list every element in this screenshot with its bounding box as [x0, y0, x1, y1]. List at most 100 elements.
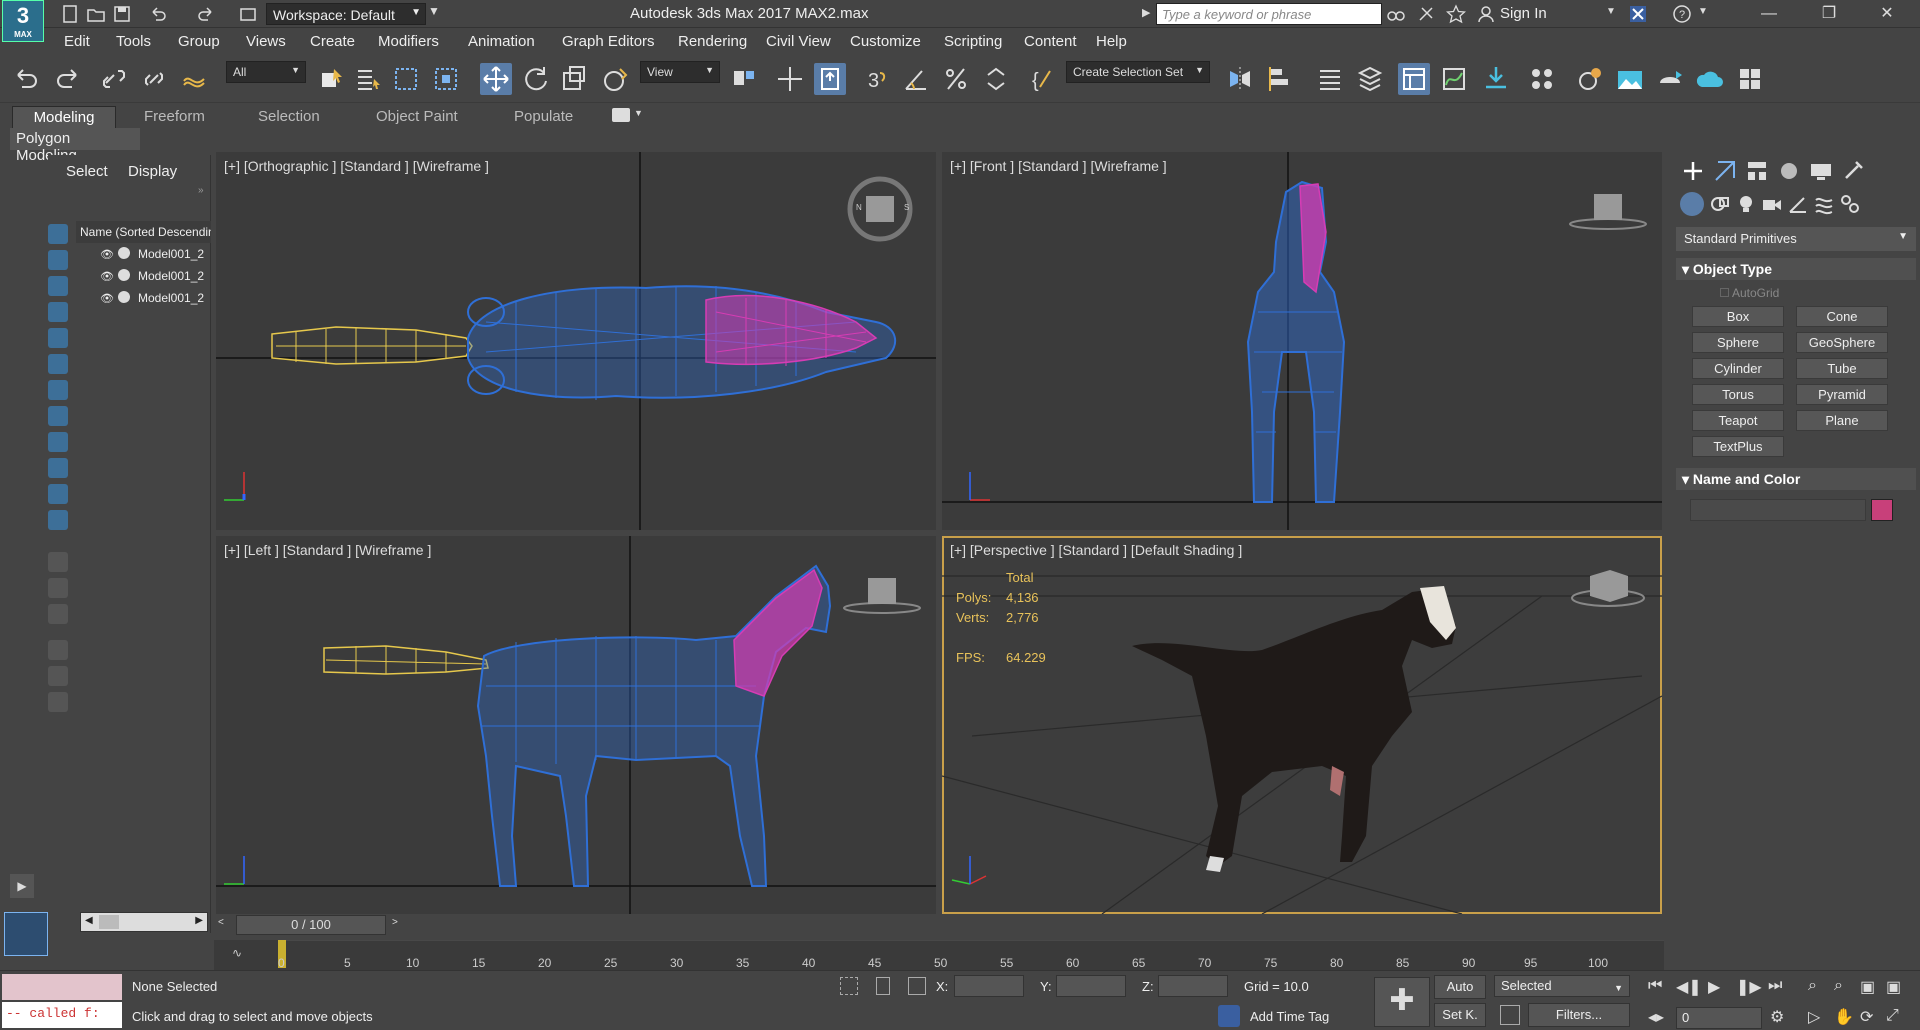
communication-center-icon[interactable] [1416, 4, 1436, 24]
cone-button[interactable]: Cone [1796, 306, 1888, 327]
viewport-label[interactable]: [+] [Left ] [Standard ] [Wireframe ] [224, 542, 431, 558]
infocenter-collapse-icon[interactable]: ▶ [1142, 6, 1150, 19]
set-key-button[interactable]: Set K. [1434, 1003, 1486, 1027]
display-bones-icon[interactable] [48, 432, 68, 452]
menu-content[interactable]: Content [1024, 33, 1077, 50]
viewport-label[interactable]: [+] [Front ] [Standard ] [Wireframe ] [950, 158, 1167, 174]
display-cameras-icon[interactable] [48, 302, 68, 322]
list-item[interactable]: 👁 Model001_2 [76, 265, 211, 287]
viewport-layout-icon[interactable] [4, 912, 48, 956]
viewcube-left[interactable] [843, 578, 921, 614]
isolate-selection-icon[interactable] [840, 977, 858, 995]
zoom-extents-all-icon[interactable]: ▣ [1886, 977, 1901, 997]
display-xrefs-icon[interactable] [48, 406, 68, 426]
bind-space-warp-icon[interactable] [178, 63, 210, 95]
menu-customize[interactable]: Customize [850, 33, 921, 50]
tab-object-paint[interactable]: Object Paint [368, 106, 466, 128]
menu-rendering[interactable]: Rendering [678, 33, 747, 50]
menu-views[interactable]: Views [246, 33, 286, 50]
expand-panel-icon[interactable]: ▶ [10, 874, 34, 898]
angle-snap-icon[interactable] [900, 63, 932, 95]
viewport-label[interactable]: [+] [Perspective ] [Standard ] [Default … [950, 542, 1242, 558]
tab-modeling[interactable]: Modeling [12, 106, 116, 128]
render-in-cloud-icon[interactable] [1694, 63, 1726, 95]
keyword-search-input[interactable]: Type a keyword or phrase [1156, 3, 1382, 25]
cylinder-button[interactable]: Cylinder [1692, 358, 1784, 379]
toggle-ribbon-icon[interactable] [1398, 63, 1430, 95]
display-lights-icon[interactable] [48, 276, 68, 296]
create-tab-icon[interactable] [1680, 158, 1706, 184]
new-file-icon[interactable] [60, 4, 80, 24]
display-containers-icon[interactable] [48, 458, 68, 478]
motion-tab-icon[interactable] [1776, 158, 1802, 184]
spinner-snap-icon[interactable] [980, 63, 1012, 95]
key-filter-dropdown[interactable]: Selected ▼ [1494, 975, 1630, 997]
ribbon-panel-polygon-modeling[interactable]: Polygon Modeling [10, 128, 140, 164]
object-color-swatch[interactable] [1871, 499, 1893, 521]
user-icon[interactable] [1476, 4, 1496, 24]
rectangular-selection-icon[interactable] [390, 63, 422, 95]
render-setup-icon[interactable] [1574, 63, 1606, 95]
autogrid-checkbox[interactable]: AutoGrid [1720, 286, 1779, 300]
display-invert-icon[interactable] [48, 604, 68, 624]
selection-set-dropdown[interactable]: Create Selection Set ▼ [1066, 61, 1210, 83]
reference-coordinate-dropdown[interactable]: View ▼ [640, 61, 720, 83]
unlink-icon[interactable] [138, 63, 170, 95]
menu-edit[interactable]: Edit [64, 33, 90, 50]
next-frame-icon[interactable]: ❚▶ [1736, 977, 1762, 997]
sign-in-chevron-icon[interactable]: ▼ [1606, 6, 1616, 17]
redo-icon[interactable] [52, 63, 84, 95]
menu-tools[interactable]: Tools [116, 33, 151, 50]
sign-in-link[interactable]: Sign In [1500, 5, 1547, 22]
key-mode-icon[interactable] [1500, 1005, 1520, 1025]
autodesk-exchange-icon[interactable] [1628, 4, 1648, 24]
go-to-end-icon[interactable]: ⏭ [1768, 977, 1782, 995]
link-icon[interactable] [98, 63, 130, 95]
time-slider-prev-icon[interactable]: < [218, 917, 224, 928]
viewcube-compass[interactable]: N S [847, 176, 913, 242]
object-type-rollout[interactable]: ▾ Object Type [1676, 258, 1916, 280]
a360-gallery-icon[interactable] [1734, 63, 1766, 95]
close-button[interactable]: ✕ [1864, 2, 1910, 26]
ribbon-options-chevron-icon[interactable]: ▼ [634, 108, 643, 118]
material-editor-icon[interactable] [1526, 63, 1558, 95]
display-none-icon[interactable] [48, 578, 68, 598]
display-frozen-icon[interactable] [48, 484, 68, 504]
zoom-icon[interactable]: ⌕ [1808, 977, 1817, 995]
modify-tab-icon[interactable] [1712, 158, 1738, 184]
find-case-icon[interactable] [48, 692, 68, 712]
filter-selected-icon[interactable] [48, 640, 68, 660]
textplus-button[interactable]: TextPlus [1692, 436, 1784, 457]
render-production-icon[interactable] [1654, 63, 1686, 95]
keyboard-shortcut-override-icon[interactable] [814, 63, 846, 95]
select-manipulate-icon[interactable] [774, 63, 806, 95]
shapes-category-icon[interactable] [1708, 192, 1732, 216]
time-tag-icon[interactable] [1218, 1005, 1240, 1027]
cameras-category-icon[interactable] [1760, 192, 1784, 216]
space-warps-category-icon[interactable] [1812, 192, 1836, 216]
display-hidden-icon[interactable] [48, 510, 68, 530]
box-button[interactable]: Box [1692, 306, 1784, 327]
helpers-category-icon[interactable] [1786, 192, 1810, 216]
zoom-all-icon[interactable]: ⌕ [1834, 977, 1843, 995]
selection-lock-icon[interactable] [876, 977, 890, 995]
category-dropdown[interactable]: Standard Primitives ▼ [1676, 227, 1916, 251]
display-shapes-icon[interactable] [48, 250, 68, 270]
viewport-orthographic[interactable]: N S [+] [Orthographic ] [Standard ] [Wir… [216, 152, 936, 530]
maxscript-listener-output[interactable]: -- called f: [2, 1002, 122, 1028]
undo-icon[interactable] [10, 63, 42, 95]
restore-button[interactable]: ❐ [1806, 2, 1852, 26]
display-helpers-icon[interactable] [48, 328, 68, 348]
field-of-view-icon[interactable]: ▷ [1808, 1007, 1820, 1027]
current-frame-field[interactable]: 0 [1676, 1007, 1762, 1029]
selection-filter-dropdown[interactable]: All ▼ [226, 61, 306, 83]
pivot-center-icon[interactable] [728, 63, 760, 95]
menu-help[interactable]: Help [1096, 33, 1127, 50]
scrollbar-thumb[interactable] [99, 915, 119, 929]
rendered-frame-window-icon[interactable] [1614, 63, 1646, 95]
time-slider-next-icon[interactable]: > [392, 917, 398, 928]
z-coordinate-field[interactable] [1158, 975, 1228, 997]
sphere-button[interactable]: Sphere [1692, 332, 1784, 353]
visibility-eye-icon[interactable]: 👁 [100, 248, 114, 261]
menu-create[interactable]: Create [310, 33, 355, 50]
